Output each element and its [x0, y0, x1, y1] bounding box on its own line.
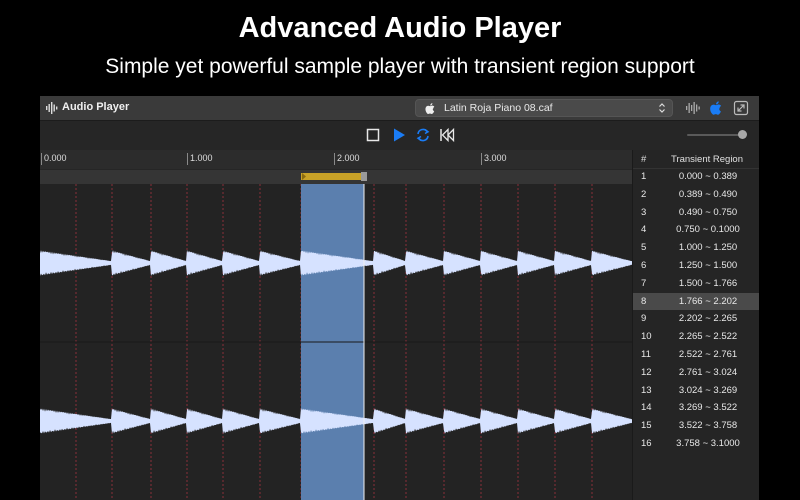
row-region: 0.490 ~ 0.750	[678, 206, 738, 218]
table-row[interactable]: 12 2.761 ~ 3.024	[633, 364, 759, 382]
row-region: 2.202 ~ 2.265	[678, 313, 738, 325]
ruler-label: 3.000	[484, 153, 507, 163]
row-number: 13	[641, 384, 652, 396]
waveform-icon[interactable]	[685, 100, 701, 116]
waveform-app-icon	[46, 102, 58, 114]
table-header: # Transient Region	[633, 150, 759, 169]
transient-region-table: # Transient Region 1 0.000 ~ 0.389 2 0.389 …	[632, 150, 759, 500]
row-number: 6	[641, 260, 647, 271]
window-title: Audio Player	[62, 101, 130, 113]
titlebar: Audio Player Latin Roja Piano 08.caf	[40, 96, 759, 121]
subhead: Simple yet powerful sample player with t…	[105, 55, 695, 78]
chevron-updown-icon	[659, 103, 665, 113]
row-region: 3.269 ~ 3.522	[678, 402, 738, 414]
row-number: 9	[641, 313, 647, 325]
resize-icon[interactable]	[733, 100, 749, 116]
table-row[interactable]: 2 0.389 ~ 0.490	[633, 186, 759, 204]
waveform-canvas[interactable]	[40, 184, 632, 500]
row-number: 14	[641, 402, 652, 414]
row-region: 1.250 ~ 1.500	[678, 260, 738, 271]
row-region: 2.522 ~ 2.761	[678, 349, 738, 360]
ruler-label: 2.000	[337, 153, 360, 163]
volume-slider-track[interactable]	[687, 134, 743, 136]
ruler-tick	[481, 153, 482, 165]
loop-icon[interactable]	[415, 127, 431, 143]
row-region: 0.750 ~ 0.1000	[676, 224, 740, 236]
ruler-label: 0.000	[44, 153, 67, 163]
ruler-tick	[187, 153, 188, 165]
header-num: #	[641, 154, 647, 165]
volume-slider-knob[interactable]	[738, 130, 747, 139]
row-number: 4	[641, 224, 647, 236]
audio-player-window: Audio Player Latin Roja Piano 08.caf 0.0…	[40, 96, 759, 500]
row-region: 0.000 ~ 0.389	[678, 171, 738, 182]
apple-logo-icon[interactable]	[709, 100, 725, 116]
table-row[interactable]: 8 1.766 ~ 2.202	[633, 292, 759, 311]
row-number: 2	[641, 188, 647, 200]
table-row[interactable]: 5 1.000 ~ 1.250	[633, 239, 759, 257]
row-number: 11	[641, 349, 651, 360]
table-row[interactable]: 11 2.522 ~ 2.761	[633, 346, 759, 364]
table-row[interactable]: 7 1.500 ~ 1.766	[633, 275, 759, 293]
region-handle[interactable]	[40, 170, 632, 184]
row-number: 1	[641, 171, 647, 182]
headline: Advanced Audio Player	[238, 12, 562, 44]
row-region: 3.522 ~ 3.758	[678, 420, 738, 432]
table-row[interactable]: 16 3.758 ~ 3.1000	[633, 435, 759, 453]
row-region: 1.500 ~ 1.766	[678, 277, 738, 289]
table-row[interactable]: 9 2.202 ~ 2.265	[633, 310, 759, 328]
waveform-view[interactable]	[40, 184, 632, 500]
row-region: 2.761 ~ 3.024	[678, 366, 738, 378]
table-row[interactable]: 13 3.024 ~ 3.269	[633, 382, 759, 400]
row-number: 16	[641, 438, 652, 449]
row-region: 1.766 ~ 2.202	[678, 295, 738, 307]
table-row[interactable]: 14 3.269 ~ 3.522	[633, 399, 759, 417]
row-number: 7	[641, 277, 647, 289]
file-name: Latin Roja Piano 08.caf	[444, 102, 553, 114]
row-region: 1.000 ~ 1.250	[678, 242, 738, 254]
table-row[interactable]: 1 0.000 ~ 0.389	[633, 168, 759, 186]
row-region: 2.265 ~ 2.522	[678, 331, 738, 343]
table-row[interactable]: 4 0.750 ~ 0.1000	[633, 221, 759, 239]
table-row[interactable]: 15 3.522 ~ 3.758	[633, 417, 759, 435]
header-region: Transient Region	[671, 154, 743, 165]
row-number: 15	[641, 420, 652, 432]
row-number: 10	[641, 331, 652, 343]
row-region: 0.389 ~ 0.490	[678, 188, 738, 200]
region-bar[interactable]	[40, 170, 632, 184]
row-number: 12	[641, 366, 652, 378]
table-row[interactable]: 10 2.265 ~ 2.522	[633, 328, 759, 346]
ruler-tick	[334, 153, 335, 165]
transport-toolbar	[40, 121, 759, 149]
file-select[interactable]: Latin Roja Piano 08.caf	[415, 99, 673, 117]
play-icon[interactable]	[391, 127, 407, 143]
ruler-tick	[41, 153, 42, 165]
row-region: 3.024 ~ 3.269	[678, 384, 738, 396]
row-number: 5	[641, 242, 647, 254]
row-region: 3.758 ~ 3.1000	[676, 438, 740, 449]
table-row[interactable]: 3 0.490 ~ 0.750	[633, 204, 759, 222]
stop-icon[interactable]	[365, 127, 381, 143]
row-number: 8	[641, 295, 647, 307]
time-ruler: 0.000 1.000 2.000 3.000	[40, 150, 632, 169]
row-number: 3	[641, 206, 647, 218]
apple-icon	[425, 103, 435, 114]
ruler-label: 1.000	[190, 153, 213, 163]
rewind-icon[interactable]	[439, 127, 455, 143]
table-row[interactable]: 6 1.250 ~ 1.500	[633, 257, 759, 275]
